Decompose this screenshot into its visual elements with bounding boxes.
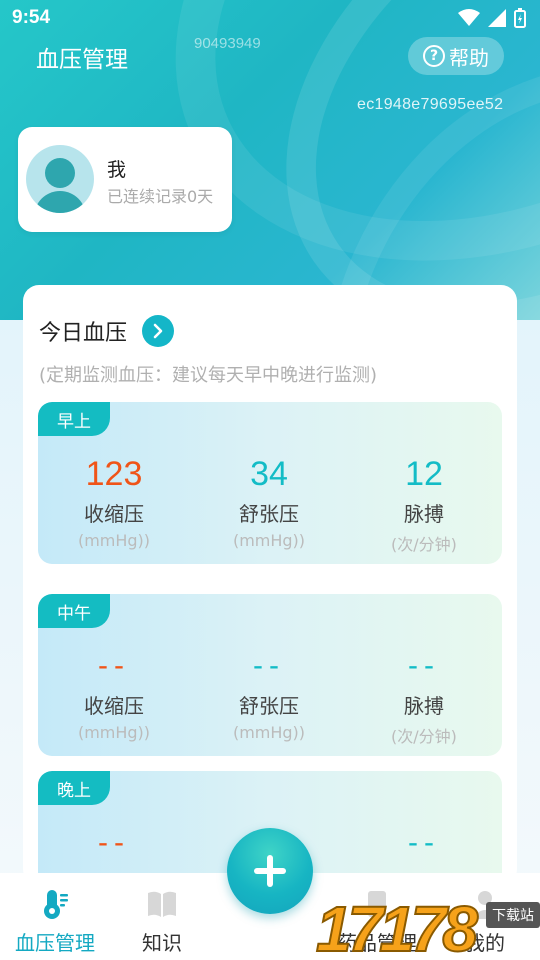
diastolic-label: 舒张压 [239,694,299,718]
diastolic-value: -- [253,649,285,682]
profile-name: 我 [107,159,127,181]
profile-card[interactable]: 我 已连续记录0天 [18,127,232,232]
pulse-metric: -- [349,823,499,863]
watermark-badge: 下载站 [486,902,540,928]
systolic-metric: -- 收缩压 (mmHg)) [39,646,189,742]
period-morning[interactable]: 早上 123 收缩压 (mmHg)) 34 舒张压 (mmHg)) 12 脉搏 … [38,402,502,564]
watermark-digits: 17178 [315,893,479,960]
systolic-metric: 123 收缩压 (mmHg)) [39,454,189,550]
tab-label: 知识 [142,931,182,955]
pulse-value: -- [408,826,440,859]
book-icon [148,891,176,917]
question-icon: ? [423,45,445,67]
period-noon[interactable]: 中午 -- 收缩压 (mmHg)) -- 舒张压 (mmHg)) -- 脉搏 (… [38,594,502,756]
period-tag: 晚上 [38,771,110,805]
systolic-value: -- [98,826,130,859]
record-streak: 已连续记录0天 [107,187,214,206]
status-time: 9:54 [12,7,51,28]
pulse-value: -- [408,649,440,682]
card-title: 今日血压 [39,321,128,346]
pulse-unit: (次/分钟) [391,535,457,554]
chevron-right-icon[interactable] [142,315,174,347]
help-button[interactable]: ? 帮助 [408,37,504,75]
page-title: 血压管理 [36,47,128,73]
status-bar: 9:54 [0,0,540,36]
wifi-icon [458,9,480,26]
avatar[interactable] [26,145,94,213]
diastolic-metric: 34 舒张压 (mmHg)) [194,454,344,550]
monitor-hint: (定期监测血压：建议每天早中晚进行监测) [39,365,378,386]
systolic-unit: (mmHg)) [77,531,151,550]
systolic-label: 收缩压 [84,694,144,718]
pulse-metric: -- 脉搏 (次/分钟) [349,646,499,747]
thermometer-icon [44,890,68,919]
period-tag: 早上 [38,402,110,436]
diastolic-value: 34 [250,455,288,493]
pulse-value: 12 [405,455,443,493]
device-id-text: ec1948e79695ee52 [357,96,504,113]
diastolic-unit: (mmHg)) [232,531,306,550]
tab-label: 血压管理 [15,931,95,955]
pulse-unit: (次/分钟) [391,727,457,746]
plus-icon [254,855,286,887]
systolic-metric: -- [39,823,189,863]
tab-bp-management[interactable]: 血压管理 [0,887,110,956]
systolic-unit: (mmHg)) [77,723,151,742]
pulse-label: 脉搏 [404,694,444,718]
add-record-button[interactable] [227,828,313,914]
site-watermark-logo: 17178 下载站 [315,893,540,960]
systolic-value: -- [98,649,130,682]
diastolic-label: 舒张压 [239,502,299,526]
pulse-metric: 12 脉搏 (次/分钟) [349,454,499,555]
help-label: 帮助 [449,45,489,70]
tab-knowledge[interactable]: 知识 [107,887,217,956]
systolic-value: 123 [85,455,143,493]
systolic-label: 收缩压 [84,502,144,526]
signal-icon [488,9,506,27]
diastolic-unit: (mmHg)) [232,723,306,742]
diastolic-metric: -- 舒张压 (mmHg)) [194,646,344,742]
watermark-text: 90493949 [194,35,261,52]
period-tag: 中午 [38,594,110,628]
battery-icon [514,8,526,28]
today-bp-card: 今日血压 (定期监测血压：建议每天早中晚进行监测) 早上 123 收缩压 (mm… [23,285,517,933]
pulse-label: 脉搏 [404,502,444,526]
